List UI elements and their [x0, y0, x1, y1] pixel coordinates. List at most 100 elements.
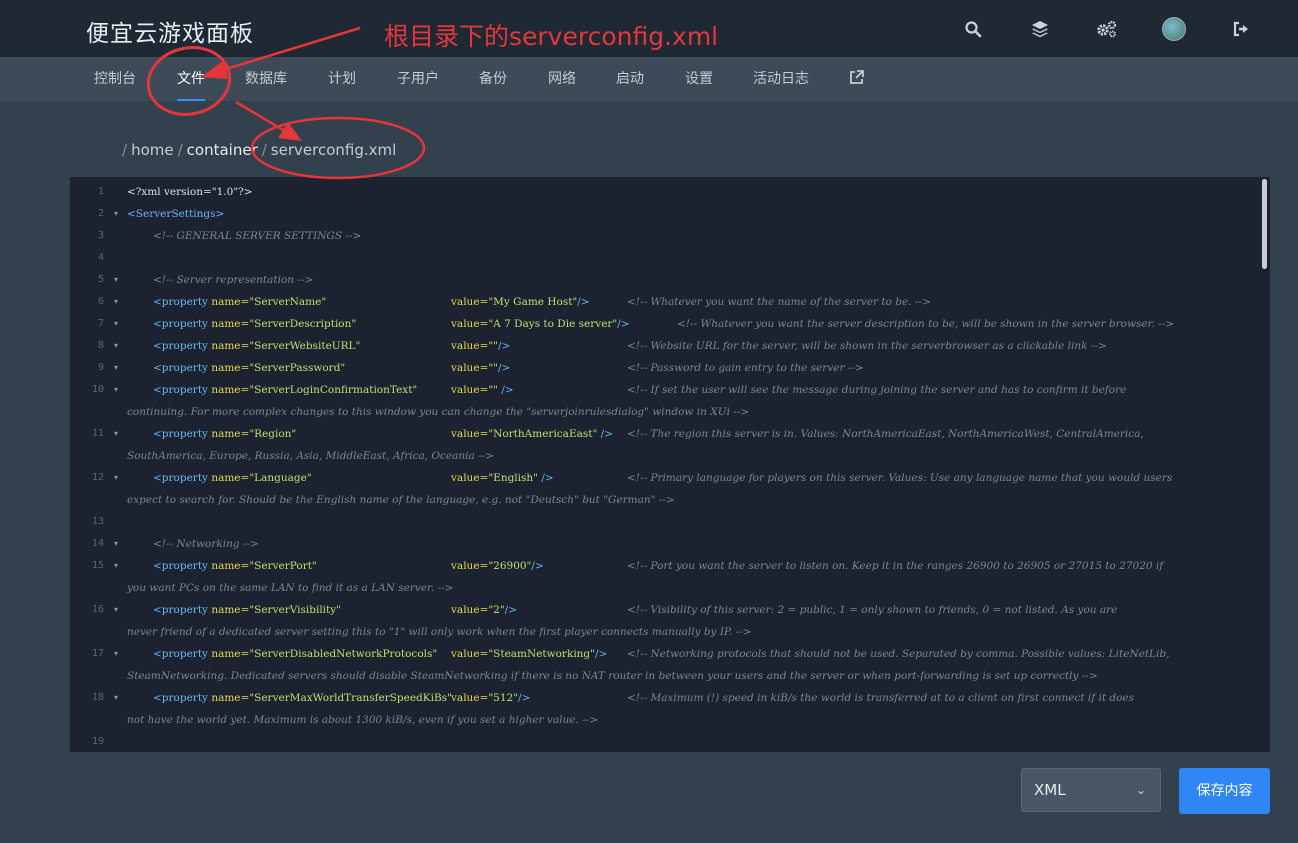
search-icon[interactable] — [960, 16, 986, 42]
layers-icon[interactable] — [1027, 16, 1053, 42]
tab-network[interactable]: 网络 — [548, 57, 576, 101]
annotation-title: 根目录下的serverconfig.xml — [384, 22, 719, 51]
attr-token: value= — [451, 384, 489, 396]
attr-token: value= — [451, 604, 489, 616]
fold-toggle-icon[interactable]: ▾ — [114, 269, 118, 291]
line-number: 7 — [97, 318, 104, 329]
fold-toggle-icon[interactable]: ▾ — [114, 599, 118, 621]
fold-toggle-icon[interactable]: ▾ — [114, 423, 118, 445]
property-open: <property name="Language" — [153, 467, 312, 489]
line-number: 17 — [91, 648, 104, 659]
xml-declaration: <?xml version="1.0"?> — [127, 186, 253, 198]
code-line-wrap: continuing. For more complex changes to … — [70, 401, 1262, 423]
tag-close: /> — [498, 340, 511, 352]
fold-toggle-icon[interactable]: ▾ — [114, 379, 118, 401]
xml-comment-continued: SouthAmerica, Europe, Russia, Asia, Midd… — [127, 450, 494, 462]
tag-close: /> — [518, 692, 531, 704]
property-open: <property name="Region" — [153, 423, 296, 445]
tab-activity-log[interactable]: 活动日志 — [753, 57, 809, 101]
property-name: "Region" — [249, 428, 297, 440]
tab-backup[interactable]: 备份 — [479, 57, 507, 101]
xml-comment: <!-- Primary language for players on thi… — [627, 472, 1173, 484]
fold-toggle-icon[interactable]: ▾ — [114, 533, 118, 555]
attr-token: value= — [451, 560, 489, 572]
tag-token: <property — [153, 428, 212, 440]
code-line: 18 ▾ <property name="ServerMaxWorldTransfe… — [70, 687, 1262, 709]
property-value-text: "512" — [488, 692, 519, 704]
attr-token: value= — [451, 362, 489, 374]
external-link-icon[interactable] — [849, 70, 864, 88]
fold-toggle-icon[interactable]: ▾ — [114, 335, 118, 357]
fold-toggle-icon[interactable]: ▾ — [114, 467, 118, 489]
line-number: 19 — [91, 736, 104, 747]
line-number: 15 — [91, 560, 104, 571]
xml-comment: <!-- Visibility of this server: 2 = publ… — [627, 604, 1118, 616]
tag-token: <property — [153, 296, 212, 308]
tab-files[interactable]: 文件 — [177, 57, 205, 101]
app-brand[interactable]: 便宜云游戏面板 — [86, 14, 254, 48]
property-name: "ServerMaxWorldTransferSpeedKiBs" — [249, 692, 452, 704]
property-value: value="My Game Host"/> — [451, 291, 590, 313]
property-open: <property name="ServerMaxWorldTransferSp… — [153, 687, 452, 709]
breadcrumb-home[interactable]: home — [131, 141, 174, 159]
tag-close: /> — [498, 384, 514, 396]
line-number: 16 — [91, 604, 104, 615]
fold-toggle-icon[interactable]: ▾ — [114, 687, 118, 709]
save-content-button[interactable]: 保存内容 — [1179, 768, 1270, 814]
tab-startup[interactable]: 启动 — [616, 57, 644, 101]
tab-database[interactable]: 数据库 — [245, 57, 287, 101]
code-line-wrap: expect to search for. Should be the Engl… — [70, 489, 1262, 511]
code-line-wrap: SouthAmerica, Europe, Russia, Asia, Midd… — [70, 445, 1262, 467]
property-value: value="NorthAmericaEast" /> — [451, 423, 613, 445]
fold-toggle-icon[interactable]: ▾ — [114, 291, 118, 313]
tab-subusers[interactable]: 子用户 — [397, 57, 439, 101]
attr-token: name= — [211, 318, 250, 330]
logout-icon[interactable] — [1228, 16, 1254, 42]
tag-close: /> — [577, 296, 590, 308]
xml-comment: <!-- Networking protocols that should no… — [627, 648, 1170, 660]
tab-console[interactable]: 控制台 — [94, 57, 136, 101]
attr-token: name= — [211, 472, 250, 484]
code-line: 8 ▾ <property name="ServerWebsiteURL" value… — [70, 335, 1262, 357]
tag-close: /> — [531, 560, 544, 572]
tag-token: <property — [153, 362, 212, 374]
tab-settings[interactable]: 设置 — [685, 57, 713, 101]
server-nav: 控制台 文件 数据库 计划 子用户 备份 网络 启动 设置 活动日志 — [0, 57, 1298, 101]
breadcrumb-container[interactable]: container — [187, 141, 258, 159]
gears-icon[interactable] — [1094, 16, 1120, 42]
property-value: value="2"/> — [451, 599, 517, 621]
fold-toggle-icon[interactable]: ▾ — [114, 643, 118, 665]
property-open: <property name="ServerDisabledNetworkPro… — [153, 643, 437, 665]
fold-toggle-icon[interactable]: ▾ — [114, 357, 118, 379]
xml-comment-continued: never friend of a dedicated server setti… — [127, 626, 752, 638]
tag-token: <property — [153, 560, 212, 572]
code-line: 17 ▾ <property name="ServerDisabledNetwork… — [70, 643, 1262, 665]
tag-close: /> — [597, 428, 613, 440]
tab-schedule[interactable]: 计划 — [328, 57, 356, 101]
property-name: "ServerVisibility" — [249, 604, 342, 616]
language-mode-select[interactable]: XML ⌄ — [1021, 768, 1161, 812]
line-number: 1 — [97, 186, 104, 197]
attr-token: name= — [211, 428, 250, 440]
property-value: value="512"/> — [451, 687, 530, 709]
property-open: <property name="ServerVisibility" — [153, 599, 341, 621]
code-content[interactable]: 1 <?xml version="1.0"?> 2 ▾ <ServerSettings>… — [70, 181, 1262, 752]
fold-toggle-icon[interactable]: ▾ — [114, 555, 118, 577]
code-line: 14 ▾ <!-- Networking --> — [70, 533, 1262, 555]
code-editor[interactable]: 1 <?xml version="1.0"?> 2 ▾ <ServerSettings>… — [70, 177, 1270, 752]
xml-comment: <!-- Maximum (!) speed in kiB/s the worl… — [627, 692, 1135, 704]
code-line: 6 ▾ <property name="ServerName" value="My G… — [70, 291, 1262, 313]
code-line: 1 <?xml version="1.0"?> — [70, 181, 1262, 203]
xml-comment: <!-- Whatever you want the name of the s… — [627, 296, 931, 308]
editor-scrollbar[interactable] — [1262, 179, 1267, 269]
xml-comment-continued: not have the world yet. Maximum is about… — [127, 714, 598, 726]
code-line: 13 — [70, 511, 1262, 533]
code-line: 19 — [70, 731, 1262, 752]
xml-comment-continued: SteamNetworking. Dedicated servers shoul… — [127, 670, 1098, 682]
property-open: <property name="ServerName" — [153, 291, 326, 313]
user-avatar[interactable] — [1161, 16, 1187, 42]
fold-toggle-icon[interactable]: ▾ — [114, 203, 118, 225]
fold-toggle-icon[interactable]: ▾ — [114, 313, 118, 335]
tag-token: <property — [153, 648, 212, 660]
code-line: 12 ▾ <property name="Language" value="Engli… — [70, 467, 1262, 489]
